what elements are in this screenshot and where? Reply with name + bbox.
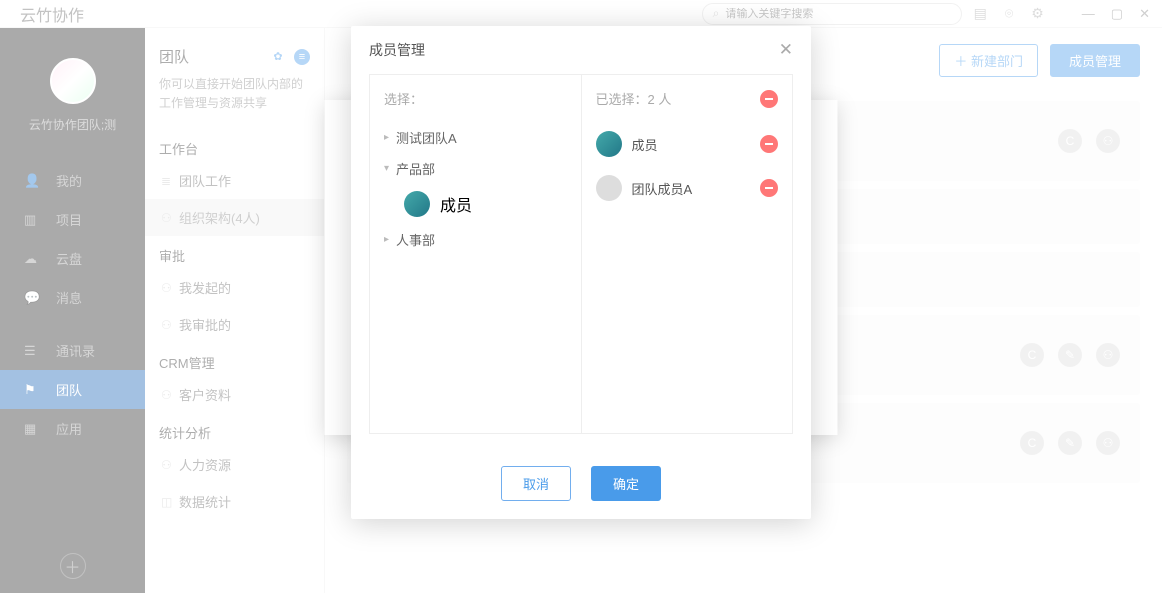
selected-member: 成员 [582, 122, 793, 166]
selected-member: 团队成员A [582, 166, 793, 210]
tree-node-hr[interactable]: ▸人事部 [370, 224, 581, 255]
avatar-icon [596, 175, 622, 201]
chevron-right-icon: ▸ [384, 234, 396, 245]
modal-footer: 取消 确定 [351, 448, 811, 519]
remove-button[interactable] [760, 135, 778, 153]
picker-tree: 选择： ▸测试团队A ▾产品部 成员 ▸人事部 [370, 75, 582, 433]
picker-right-header: 已选择：2 人 [582, 75, 793, 122]
remove-all-button[interactable] [760, 90, 778, 108]
picker-right-label: 已选择：2 人 [596, 89, 672, 108]
member-mgmt-modal: 成员管理 ✕ 选择： ▸测试团队A ▾产品部 成员 ▸人事部 已选择：2 人 [351, 26, 811, 519]
modal-body: 选择： ▸测试团队A ▾产品部 成员 ▸人事部 已选择：2 人 成员 [351, 74, 811, 448]
picker-selected: 已选择：2 人 成员 团队成员A [582, 75, 793, 433]
remove-button[interactable] [760, 179, 778, 197]
avatar-icon [596, 131, 622, 157]
tree-node-product[interactable]: ▾产品部 [370, 153, 581, 184]
cancel-button[interactable]: 取消 [501, 466, 571, 501]
modal-header: 成员管理 ✕ [351, 26, 811, 74]
member-picker: 选择： ▸测试团队A ▾产品部 成员 ▸人事部 已选择：2 人 成员 [369, 74, 793, 434]
ok-button[interactable]: 确定 [591, 466, 661, 501]
tree-member[interactable]: 成员 [370, 184, 581, 224]
modal-title: 成员管理 [369, 40, 425, 60]
chevron-right-icon: ▸ [384, 132, 396, 143]
avatar-icon [404, 191, 430, 217]
modal-overlay: 成员管理 ✕ 选择： ▸测试团队A ▾产品部 成员 ▸人事部 已选择：2 人 [0, 0, 1162, 593]
tree-node-team-a[interactable]: ▸测试团队A [370, 122, 581, 153]
modal-close-icon[interactable]: ✕ [779, 40, 793, 60]
chevron-down-icon: ▾ [384, 163, 396, 174]
picker-left-label: 选择： [370, 75, 581, 122]
